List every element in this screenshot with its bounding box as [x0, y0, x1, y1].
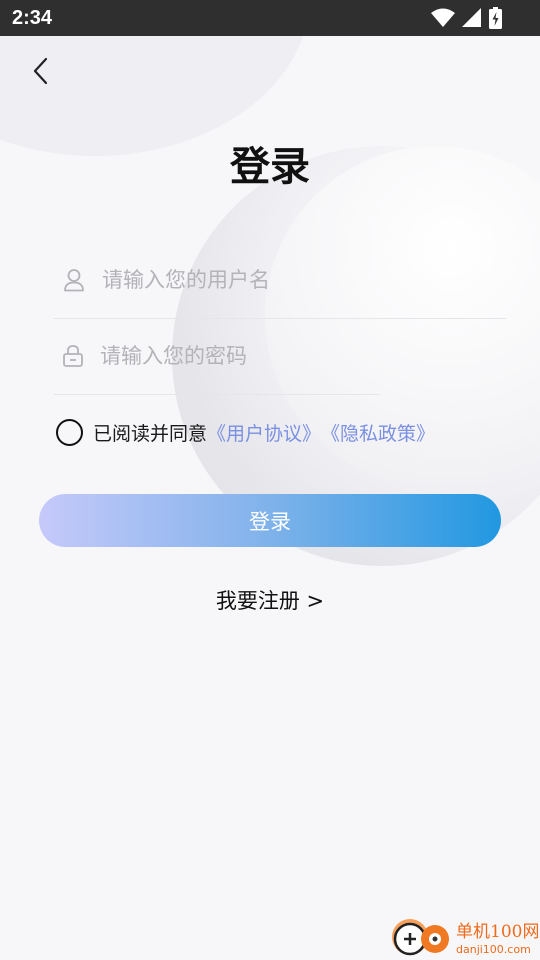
battery-charging-icon — [489, 7, 502, 33]
watermark: 单机100网 danji100.com — [388, 914, 539, 960]
watermark-name: 单机100网 — [456, 921, 540, 942]
wifi-icon — [431, 8, 455, 32]
status-time: 2:34 — [12, 7, 53, 29]
user-icon — [60, 266, 88, 294]
agreement-text: 已阅读并同意 — [93, 423, 208, 445]
chevron-left-icon — [32, 57, 48, 89]
username-input[interactable] — [100, 267, 404, 293]
status-bar: 2:34 — [0, 0, 540, 36]
watermark-url: danji100.com — [456, 942, 531, 956]
user-agreement-link[interactable]: 《用户协议》 — [207, 419, 321, 446]
agreement-radio[interactable] — [56, 419, 83, 446]
login-screen: 登录 已阅读并同意 《用户协议》 《隐私政策》 登录 我要注册 > — [0, 36, 540, 960]
watermark-logo — [388, 914, 452, 960]
lock-icon — [60, 342, 86, 370]
watermark-text: 单机100网 danji100.com — [456, 921, 540, 956]
agreement-row: 已阅读并同意 《用户协议》 《隐私政策》 — [56, 419, 435, 446]
privacy-policy-link[interactable]: 《隐私政策》 — [321, 419, 435, 446]
back-button[interactable] — [26, 56, 54, 90]
password-input[interactable] — [97, 343, 380, 369]
cellular-signal-icon — [462, 8, 482, 32]
login-button[interactable]: 登录 — [39, 494, 501, 547]
status-icons — [431, 7, 502, 33]
username-field — [54, 242, 506, 319]
page-title: 登录 — [230, 144, 310, 190]
register-link[interactable]: 我要注册 > — [0, 585, 540, 615]
password-field — [54, 318, 380, 395]
